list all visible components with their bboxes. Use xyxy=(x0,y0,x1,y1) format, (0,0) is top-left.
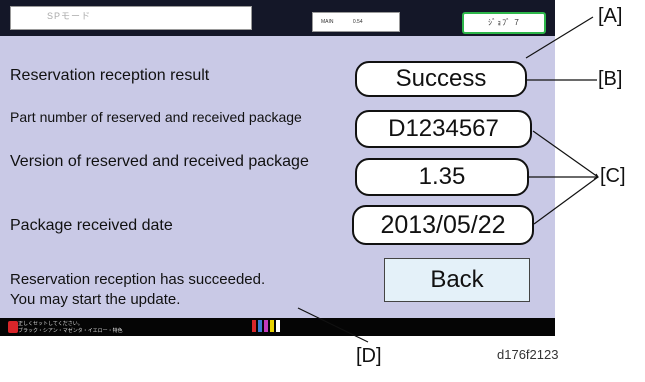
leader-line-c1 xyxy=(532,130,599,178)
callout-leader-lines xyxy=(297,16,599,343)
leader-line-c3 xyxy=(533,176,599,225)
leader-line-d xyxy=(297,307,369,343)
callout-label-a: [A] xyxy=(598,5,623,27)
callout-label-d: [D] xyxy=(356,345,382,367)
leader-line-a xyxy=(525,16,594,59)
callout-label-c: [C] xyxy=(600,165,626,187)
figure-id: d176f2123 xyxy=(497,347,559,362)
callout-label-b: [B] xyxy=(598,68,623,90)
